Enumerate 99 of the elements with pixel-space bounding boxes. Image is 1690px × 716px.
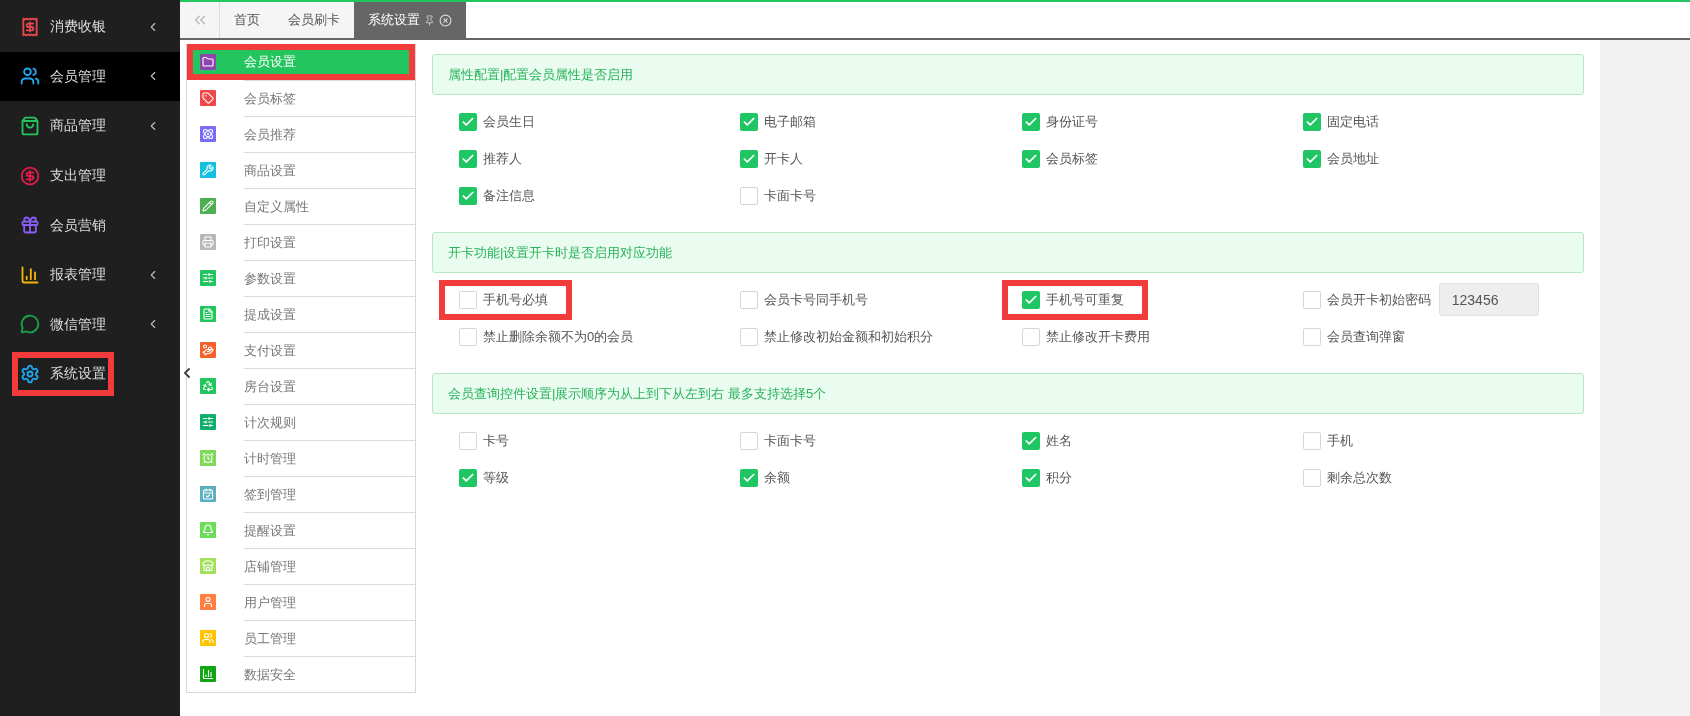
option-label: 手机号可重复 — [1045, 290, 1124, 309]
settings-menu-item[interactable]: 房台设置 — [187, 368, 415, 404]
option-label: 备注信息 — [483, 186, 535, 205]
checkbox[interactable] — [740, 186, 759, 205]
checkbox[interactable] — [1021, 327, 1040, 346]
checkbox[interactable] — [1302, 290, 1321, 309]
settings-menu-item[interactable]: 数据安全 — [187, 656, 415, 692]
settings-menu-item[interactable]: 提醒设置 — [187, 512, 415, 548]
checkbox[interactable] — [1302, 468, 1321, 487]
option-label: 电子邮箱 — [764, 112, 817, 131]
sidebar-label: 消费收银 — [50, 17, 106, 37]
section-header: 属性配置|配置会员属性是否启用 — [432, 54, 1584, 95]
checkbox[interactable] — [740, 290, 759, 309]
checkbox[interactable] — [740, 468, 759, 487]
settings-menu-item[interactable]: 会员推荐 — [187, 116, 415, 152]
sidebar-label: 报表管理 — [50, 265, 106, 285]
tab[interactable]: 会员刷卡 — [274, 2, 354, 38]
checkbox[interactable] — [740, 327, 759, 346]
checkbox[interactable] — [459, 186, 477, 205]
settings-menu-item[interactable]: 计时管理 — [187, 440, 415, 476]
settings-menu-item[interactable]: 店铺管理 — [187, 548, 415, 584]
checkbox[interactable] — [1302, 327, 1321, 346]
section-header: 会员查询控件设置|展示顺序为从上到下从左到右 最多支持选择5个 — [432, 373, 1584, 414]
checkbox[interactable] — [1021, 290, 1040, 309]
option-label: 会员查询弹窗 — [1326, 327, 1405, 346]
checkbox[interactable] — [459, 149, 477, 168]
tab-label: 会员刷卡 — [288, 11, 340, 30]
settings-menu-item[interactable]: 计次规则 — [187, 404, 415, 440]
checkbox[interactable] — [459, 327, 477, 346]
option-label: 手机 — [1326, 431, 1353, 450]
checkbox[interactable] — [1302, 431, 1321, 450]
sidebar-item[interactable]: 消费收银 — [0, 2, 180, 52]
settings-menu-item[interactable]: 签到管理 — [187, 476, 415, 512]
collapse-tabs-button[interactable] — [180, 2, 220, 38]
option-label: 卡号 — [483, 431, 509, 450]
sidebar-item[interactable]: 系统设置 — [0, 349, 180, 399]
checkbox[interactable] — [459, 290, 477, 309]
section-header: 开卡功能|设置开卡时是否启用对应功能 — [432, 232, 1584, 273]
checkbox[interactable] — [1021, 149, 1040, 168]
checkbox[interactable] — [740, 431, 759, 450]
option-label: 会员生日 — [483, 112, 535, 131]
settings-menu-item[interactable]: 自定义属性 — [187, 188, 415, 224]
sidebar-label: 商品管理 — [50, 116, 106, 136]
tab[interactable]: 首页 — [220, 2, 274, 38]
option-label: 余额 — [764, 468, 791, 487]
option-label: 会员地址 — [1326, 149, 1379, 168]
checkbox-option[interactable]: 手机号可重复 — [1001, 279, 1148, 320]
sidebar-label: 系统设置 — [50, 364, 106, 384]
sidebar-item[interactable]: 报表管理 — [0, 249, 180, 300]
option-label: 禁止删除余额不为0的会员 — [483, 327, 634, 346]
sidebar-item[interactable]: 商品管理 — [0, 101, 180, 151]
close-icon[interactable] — [439, 13, 452, 27]
settings-menu-item[interactable]: 会员标签 — [187, 80, 415, 116]
option-label: 会员卡号同手机号 — [764, 290, 869, 309]
checkbox[interactable] — [459, 112, 477, 131]
settings-menu-item[interactable]: 打印设置 — [187, 224, 415, 260]
tab-label: 系统设置 — [368, 11, 420, 30]
option-label: 剩余总次数 — [1326, 468, 1392, 487]
option-label: 手机号必填 — [483, 290, 548, 309]
option-label: 积分 — [1045, 468, 1072, 487]
option-label: 禁止修改初始金额和初始积分 — [764, 327, 934, 346]
sidebar-item[interactable]: 会员营销 — [0, 200, 180, 250]
settings-menu-item[interactable]: 参数设置 — [187, 260, 415, 296]
checkbox[interactable] — [1021, 468, 1040, 487]
tab-label: 首页 — [234, 11, 260, 30]
sidebar-item[interactable]: 支出管理 — [0, 150, 180, 201]
option-label: 姓名 — [1045, 431, 1072, 450]
option-label: 卡面卡号 — [764, 431, 817, 450]
settings-menu-item[interactable]: 用户管理 — [187, 584, 415, 620]
checkbox[interactable] — [1302, 112, 1321, 131]
option-label: 会员标签 — [1045, 149, 1098, 168]
option-label: 卡面卡号 — [764, 186, 817, 205]
option-label: 禁止修改开卡费用 — [1045, 327, 1150, 346]
tab[interactable]: 系统设置 — [354, 2, 466, 38]
settings-menu-item[interactable]: 提成设置 — [187, 296, 415, 332]
settings-menu-item[interactable]: 支付设置 — [187, 332, 415, 368]
sidebar-item[interactable]: 微信管理 — [0, 299, 180, 350]
checkbox[interactable] — [459, 468, 477, 487]
sidebar-item[interactable]: 会员管理 — [0, 51, 180, 102]
sidebar-label: 会员营销 — [50, 215, 106, 235]
password-field[interactable]: 123456 — [1438, 283, 1539, 316]
option-label: 会员开卡初始密码 — [1326, 290, 1431, 309]
option-label: 开卡人 — [764, 149, 804, 168]
checkbox[interactable] — [1302, 149, 1321, 168]
option-label: 等级 — [483, 468, 509, 487]
checkbox[interactable] — [459, 431, 477, 450]
settings-menu-item[interactable]: 员工管理 — [187, 620, 415, 656]
option-label: 推荐人 — [483, 149, 522, 168]
option-label: 身份证号 — [1045, 112, 1098, 131]
checkbox[interactable] — [1021, 431, 1040, 450]
checkbox[interactable] — [1021, 112, 1040, 131]
sidebar-label: 微信管理 — [50, 314, 106, 334]
sidebar-label: 支出管理 — [50, 166, 106, 186]
option-label: 固定电话 — [1326, 112, 1379, 131]
settings-menu-item[interactable]: 商品设置 — [187, 152, 415, 188]
checkbox[interactable] — [740, 112, 759, 131]
checkbox[interactable] — [740, 149, 759, 168]
checkbox-option[interactable]: 手机号必填 — [439, 279, 572, 320]
sidebar-label: 会员管理 — [50, 66, 106, 86]
